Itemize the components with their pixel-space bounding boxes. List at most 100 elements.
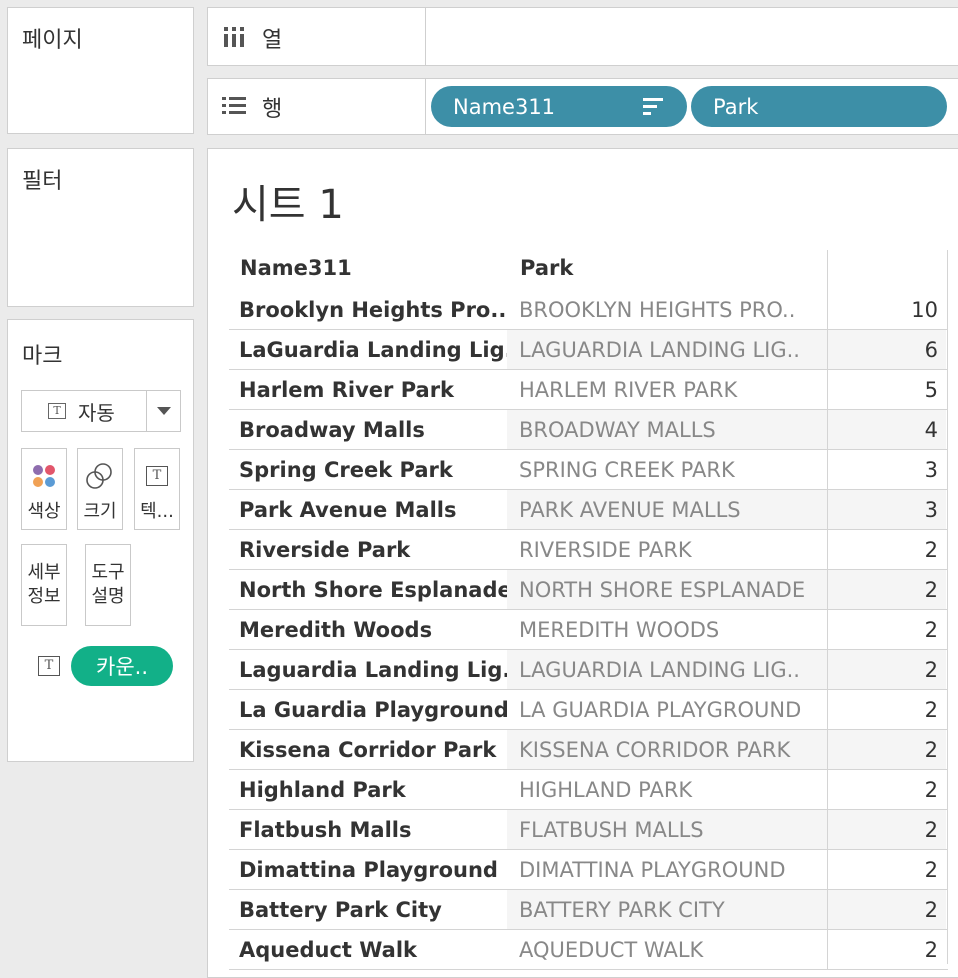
mark-type-dropdown[interactable]: T 자동 [21,390,181,432]
name311-pill[interactable]: Name311 [431,86,687,127]
count-cell: 2 [827,730,946,769]
park-cell: NORTH SHORE ESPLANADE [507,570,827,609]
count-cell: 2 [827,650,946,689]
text-icon: T [135,461,179,491]
table-row[interactable]: North Shore Esplanade NORTH SHORE ESPLANA… [229,570,948,610]
park-cell: HIGHLAND PARK [519,778,693,802]
count-cell: 6 [827,330,946,369]
chevron-down-icon[interactable] [146,391,180,431]
column-divider [827,290,828,330]
table-row[interactable]: Park Avenue Malls PARK AVENUE MALLS 3 [229,490,948,530]
name311-cell: LaGuardia Landing Lig.. [239,338,507,362]
count-cell: 5 [924,378,938,402]
row-divider [229,969,948,970]
count-cell: 2 [827,810,946,849]
sheet-title: 시트 1 [232,182,344,228]
detail-button[interactable]: 세부 정보 [21,544,67,626]
table-row[interactable]: Harlem River Park HARLEM RIVER PARK 5 [229,370,948,410]
column-divider [827,490,828,530]
count-cell: 3 [924,458,938,482]
table-row[interactable]: Battery Park City BATTERY PARK CITY 2 [229,890,948,930]
park-cell: FLATBUSH MALLS [507,810,827,849]
table-row[interactable]: Broadway Malls BROADWAY MALLS 4 [229,410,948,450]
text-mark-icon: T [48,403,66,419]
park-pill-label: Park [713,94,759,119]
park-cell: RIVERSIDE PARK [519,538,692,562]
table-row[interactable]: LaGuardia Landing Lig.. LAGUARDIA LANDING… [229,330,948,370]
rows-shelf-header: 행 [208,79,426,134]
count-cell: 4 [827,410,946,449]
name311-cell: Flatbush Malls [239,818,412,842]
text-button[interactable]: T 텍... [134,448,180,530]
count-pill[interactable]: 카운.. [71,646,173,686]
name311-cell: Kissena Corridor Park [239,738,497,762]
park-cell: AQUEDUCT WALK [519,938,704,962]
table-row[interactable]: Aqueduct Walk AQUEDUCT WALK 2 [229,930,948,970]
table-row[interactable]: La Guardia Playground LA GUARDIA PLAYGROU… [229,690,948,730]
name311-cell: Spring Creek Park [239,458,453,482]
column-divider [827,450,828,490]
column-divider [827,530,828,570]
detail-label: 세부 정보 [27,562,61,607]
name311-cell: Highland Park [239,778,406,802]
table-row[interactable]: Highland Park HIGHLAND PARK 2 [229,770,948,810]
table-row[interactable]: Kissena Corridor Park KISSENA CORRIDOR PA… [229,730,948,770]
header-park[interactable]: Park [520,256,573,280]
column-divider [827,650,828,690]
table-row[interactable]: Brooklyn Heights Pro.. BROOKLYN HEIGHTS P… [229,290,948,330]
count-cell: 2 [924,778,938,802]
count-pill-label: 카운.. [96,655,148,679]
columns-shelf[interactable]: 열 [207,7,958,66]
column-divider [827,930,828,970]
text-label: 텍... [140,501,174,522]
header-name311[interactable]: Name311 [240,256,352,280]
size-label: 크기 [83,501,117,522]
count-cell: 2 [827,570,946,609]
column-divider [827,610,828,650]
name311-cell: Brooklyn Heights Pro.. [239,298,507,322]
color-label: 색상 [27,501,61,522]
count-cell: 2 [924,698,938,722]
mark-type-label: 자동 [78,400,115,425]
columns-shelf-header: 열 [208,8,426,65]
filters-card[interactable]: 필터 [7,148,194,307]
park-cell: MEREDITH WOODS [519,618,720,642]
marks-card: 마크 T 자동 색상 크기 T 텍... 세부 정보 도구 설명 T 카운.. [7,319,194,762]
table-row[interactable]: Dimattina Playground DIMATTINA PLAYGROUND… [229,850,948,890]
column-divider [827,570,828,610]
table-row[interactable]: Riverside Park RIVERSIDE PARK 2 [229,530,948,570]
park-cell: SPRING CREEK PARK [519,458,735,482]
table-row[interactable]: Meredith Woods MEREDITH WOODS 2 [229,610,948,650]
pages-card[interactable]: 페이지 [7,7,194,134]
park-cell: DIMATTINA PLAYGROUND [519,858,786,882]
table-row[interactable]: Flatbush Malls FLATBUSH MALLS 2 [229,810,948,850]
size-button[interactable]: 크기 [77,448,123,530]
column-divider [827,410,828,450]
park-cell: KISSENA CORRIDOR PARK [507,730,827,769]
name311-cell: Laguardia Landing Lig.. [239,658,507,682]
column-divider [827,330,828,370]
park-cell: BATTERY PARK CITY [507,890,827,929]
park-cell: HARLEM RIVER PARK [519,378,738,402]
column-divider [827,890,828,930]
park-pill[interactable]: Park [691,86,947,127]
marks-title: 마크 [22,344,63,369]
count-cell: 3 [827,490,946,529]
filters-title: 필터 [22,169,63,194]
park-cell: LAGUARDIA LANDING LIG.. [507,650,827,689]
table-row[interactable]: Spring Creek Park SPRING CREEK PARK 3 [229,450,948,490]
column-divider [827,850,828,890]
color-button[interactable]: 색상 [21,448,67,530]
rows-icon [222,97,246,114]
table-row[interactable]: Laguardia Landing Lig.. LAGUARDIA LANDING… [229,650,948,690]
sort-descending-icon [643,98,663,115]
rows-label: 행 [262,97,283,122]
tooltip-button[interactable]: 도구 설명 [85,544,131,626]
text-encoding-icon: T [38,656,60,676]
name311-cell: Riverside Park [239,538,411,562]
count-cell: 10 [911,298,938,322]
park-cell: BROOKLYN HEIGHTS PRO.. [519,298,796,322]
column-divider [827,730,828,770]
park-cell: BROADWAY MALLS [507,410,827,449]
name311-cell: Harlem River Park [239,378,455,402]
